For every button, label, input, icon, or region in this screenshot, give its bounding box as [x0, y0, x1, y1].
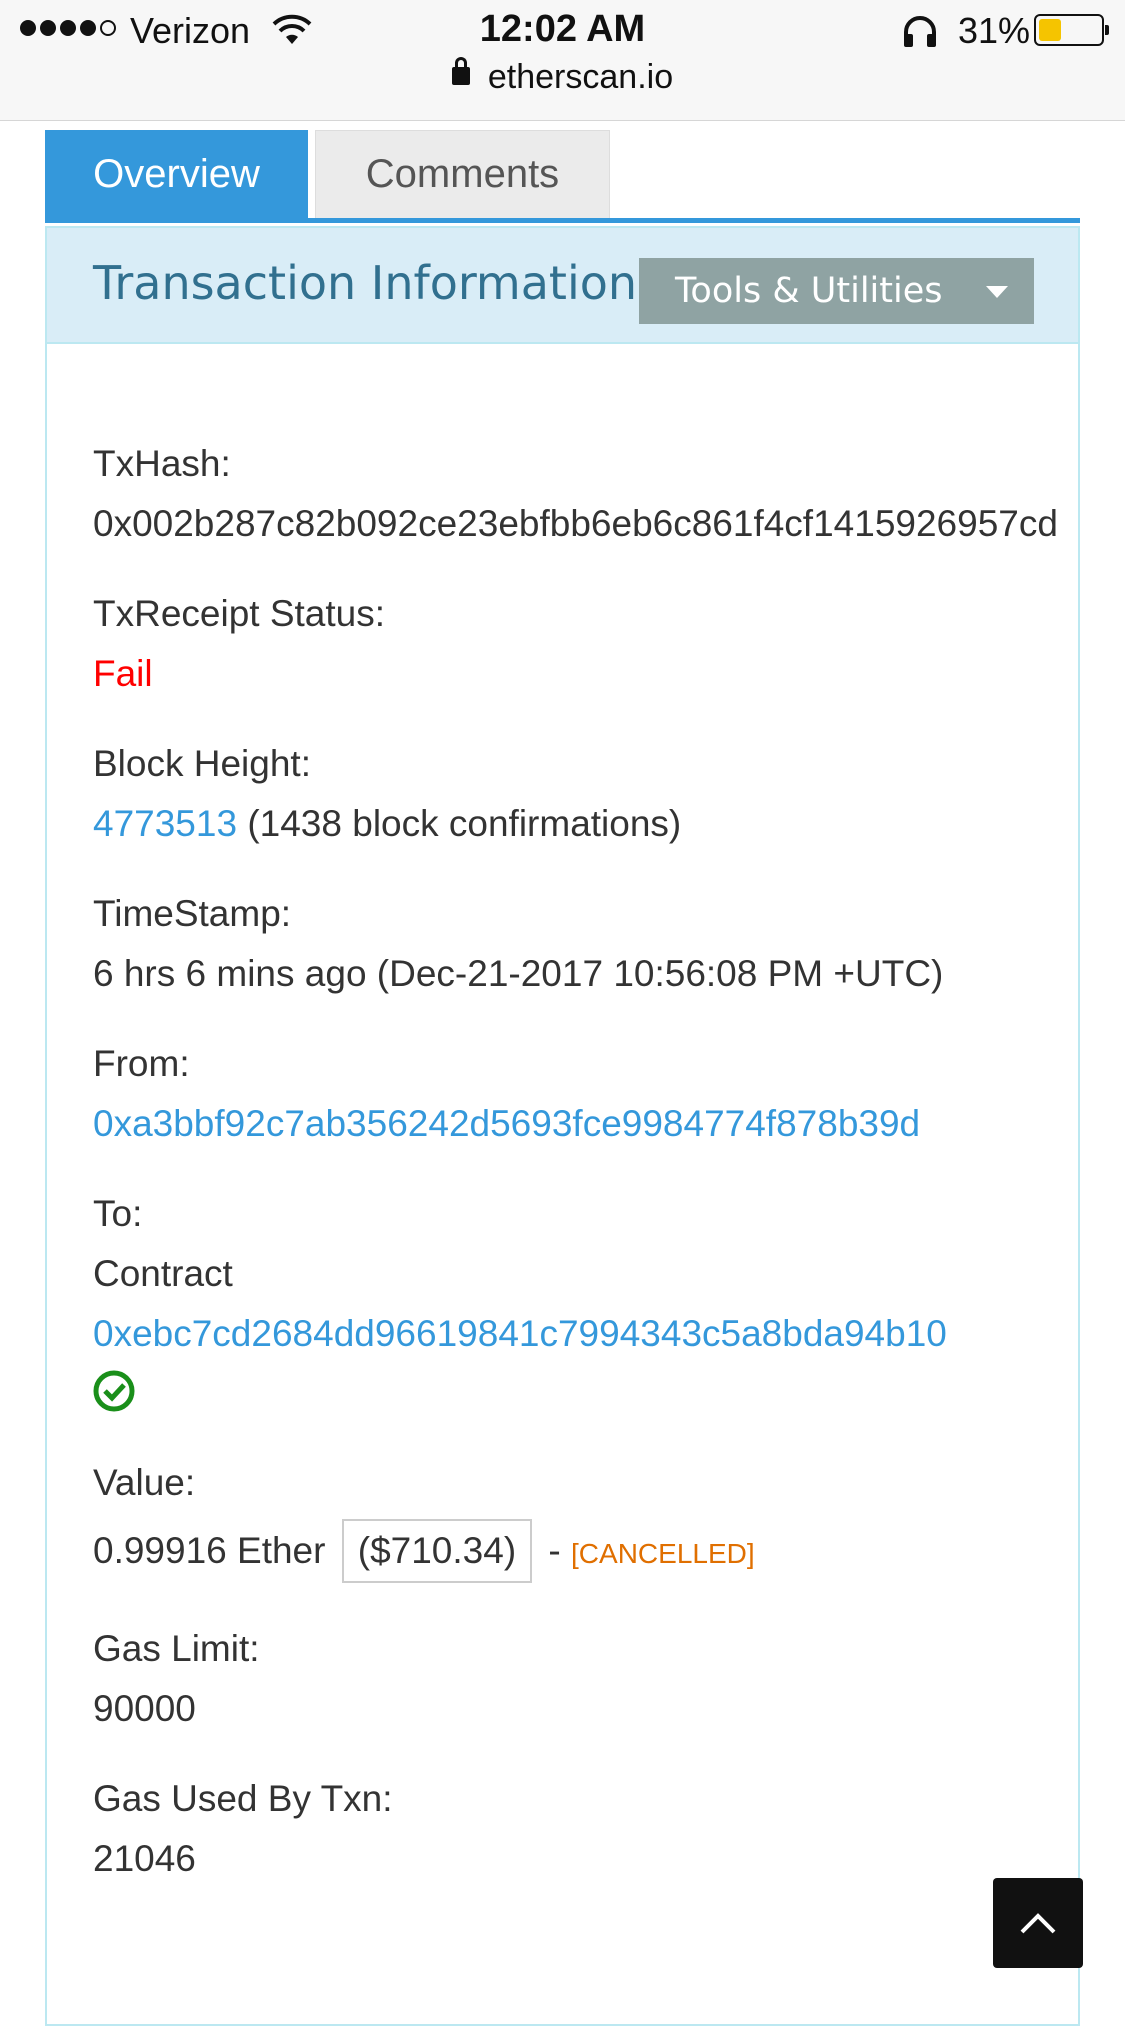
block-number-link[interactable]: 4773513	[93, 803, 237, 844]
value-field: Value: 0.99916 Ether ($710.34) - [CANCEL…	[93, 1459, 1125, 1583]
url-bar[interactable]: etherscan.io	[0, 57, 1125, 97]
cancelled-note: [CANCELLED]	[571, 1538, 755, 1569]
caret-down-icon	[986, 286, 1008, 298]
from-address-link[interactable]: 0xa3bbf92c7ab356242d5693fce9984774f878b3…	[93, 1100, 1125, 1148]
back-to-top-button[interactable]	[993, 1878, 1083, 1968]
timestamp-label: TimeStamp:	[93, 893, 292, 934]
gas-limit-label: Gas Limit:	[93, 1628, 260, 1669]
lock-icon	[451, 57, 470, 89]
panel-title: Transaction Information	[93, 256, 638, 310]
status-label: TxReceipt Status:	[93, 593, 386, 634]
block-height-label: Block Height:	[93, 743, 311, 784]
from-label: From:	[93, 1043, 190, 1084]
ether-amount: 0.99916 Ether	[93, 1530, 326, 1571]
status-field: TxReceipt Status: Fail	[93, 590, 1125, 698]
gas-used-label: Gas Used By Txn:	[93, 1778, 393, 1819]
transaction-fields: TxHash: 0x002b287c82b092ce23ebfbb6eb6c86…	[93, 440, 1125, 1925]
tools-utilities-label: Tools & Utilities	[675, 271, 943, 311]
block-height-field: Block Height: 4773513 (1438 block confir…	[93, 740, 1125, 848]
tab-bar: Overview Comments	[45, 130, 1080, 223]
gas-used-value: 21046	[93, 1838, 196, 1879]
txhash-field: TxHash: 0x002b287c82b092ce23ebfbb6eb6c86…	[93, 440, 1125, 548]
value-separator: -	[548, 1530, 561, 1571]
clock: 12:02 AM	[479, 8, 646, 50]
timestamp-value: 6 hrs 6 mins ago (Dec-21-2017 10:56:08 P…	[93, 953, 944, 994]
tab-comments[interactable]: Comments	[315, 130, 610, 218]
battery-percent: 31%	[958, 10, 1031, 51]
url-text: etherscan.io	[487, 58, 674, 96]
block-height-value: 4773513 (1438 block confirmations)	[93, 800, 1125, 848]
battery-icon	[1034, 14, 1109, 46]
from-field: From: 0xa3bbf92c7ab356242d5693fce9984774…	[93, 1040, 1125, 1148]
timestamp-field: TimeStamp: 6 hrs 6 mins ago (Dec-21-2017…	[93, 890, 1125, 998]
txhash-label: TxHash:	[93, 443, 231, 484]
to-address-link[interactable]: 0xebc7cd2684dd96619841c7994343c5a8bda94b…	[93, 1310, 1125, 1358]
to-label: To:	[93, 1193, 143, 1234]
status-bar: Verizon 12:02 AM 31% etherscan.io	[0, 0, 1125, 121]
tab-underline	[45, 218, 1080, 223]
tab-overview[interactable]: Overview	[45, 130, 308, 218]
chevron-up-icon	[1020, 1913, 1056, 1934]
value-label: Value:	[93, 1462, 196, 1503]
panel-heading: Transaction Information Tools & Utilitie…	[47, 228, 1078, 344]
tools-utilities-dropdown[interactable]: Tools & Utilities	[639, 258, 1034, 324]
to-field: To: Contract 0xebc7cd2684dd96619841c7994…	[93, 1190, 1125, 1417]
gas-limit-field: Gas Limit: 90000	[93, 1625, 1125, 1733]
usd-amount: ($710.34)	[341, 1519, 533, 1583]
verified-check-icon	[93, 1370, 135, 1412]
block-confirmations: (1438 block confirmations)	[247, 803, 682, 844]
to-contract-prefix: Contract	[93, 1253, 233, 1294]
gas-limit-value: 90000	[93, 1688, 196, 1729]
headphones-icon	[904, 16, 936, 47]
value-amount: 0.99916 Ether ($710.34) - [CANCELLED]	[93, 1519, 1125, 1583]
status-value: Fail	[93, 653, 153, 694]
txhash-value: 0x002b287c82b092ce23ebfbb6eb6c861f4cf141…	[93, 503, 1058, 544]
gas-used-field: Gas Used By Txn: 21046	[93, 1775, 1125, 1883]
